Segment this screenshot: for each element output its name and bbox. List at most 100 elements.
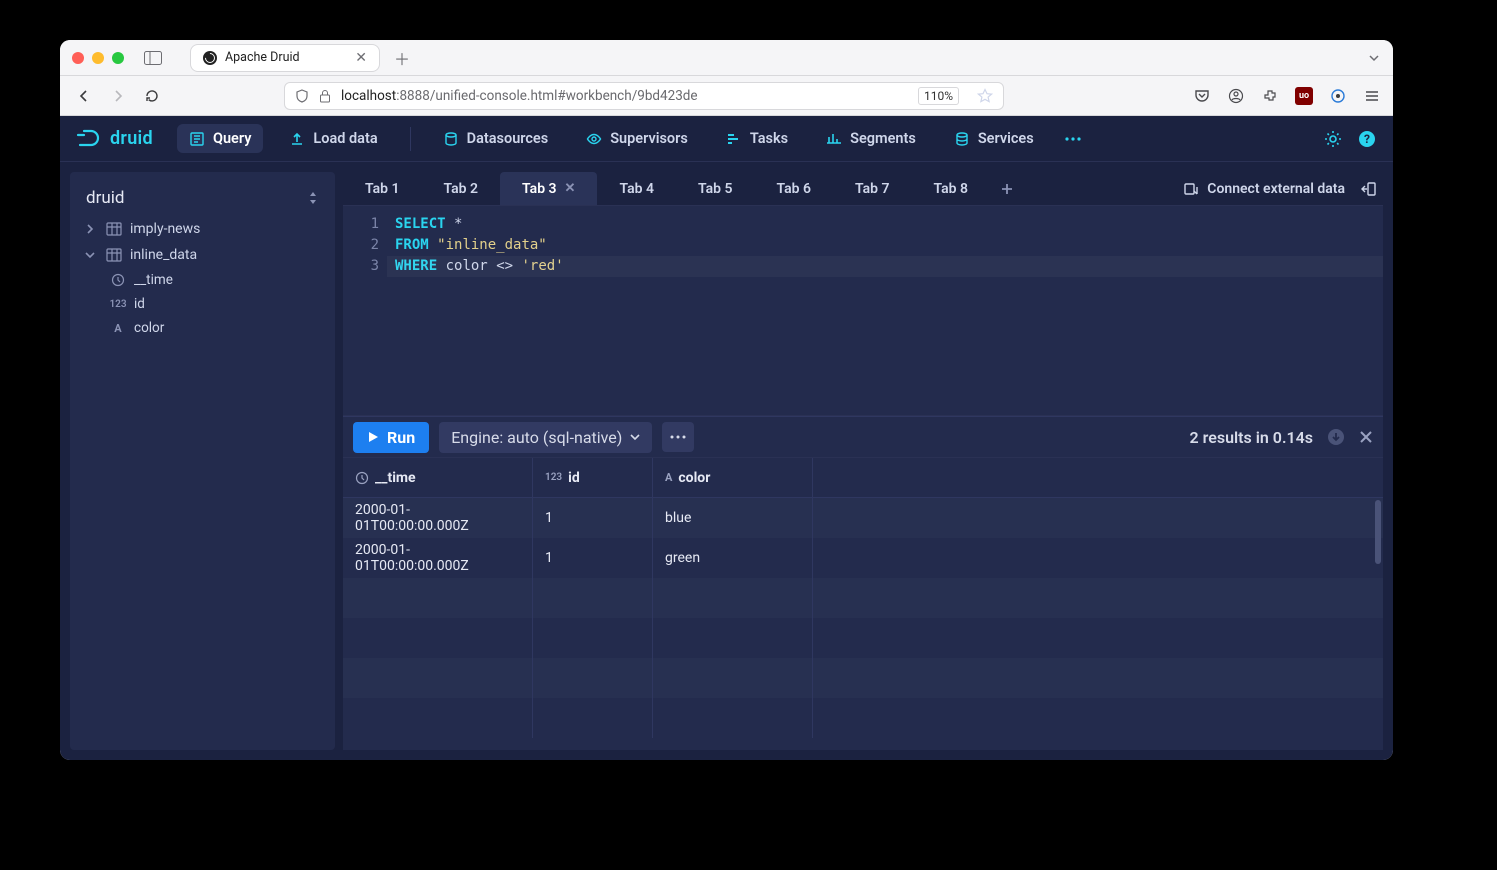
table-cell-empty: [533, 698, 653, 738]
token-str: "inline_data": [437, 237, 547, 253]
column-row[interactable]: 123id: [76, 292, 329, 316]
token-ident: *: [454, 216, 462, 232]
column-header[interactable]: 123 id: [533, 458, 653, 497]
nav-query-label: Query: [213, 130, 251, 147]
bookmark-star-icon[interactable]: [977, 88, 993, 104]
results-body[interactable]: 2000-01-01T00:00:00.000Z1blue2000-01-01T…: [343, 498, 1383, 750]
table-cell: blue: [653, 498, 813, 538]
nav-forward-button[interactable]: [106, 84, 130, 108]
table-row[interactable]: 2000-01-01T00:00:00.000Z1green: [343, 538, 1383, 578]
extensions-icon[interactable]: [1261, 87, 1279, 105]
chevron-down-icon[interactable]: [84, 249, 98, 261]
nav-load-data[interactable]: Load data: [277, 124, 389, 153]
toolbar-more-button[interactable]: [662, 422, 694, 452]
table-cell-empty: [653, 658, 813, 698]
close-results-button[interactable]: [1359, 430, 1373, 444]
column-type-icon: [355, 471, 369, 485]
url-text: localhost:8888/unified-console.html#work…: [341, 88, 698, 104]
add-tab-button[interactable]: [990, 172, 1024, 205]
nav-reload-button[interactable]: [140, 84, 164, 108]
nav-datasources-label: Datasources: [467, 130, 549, 147]
table-cell-filler: [813, 498, 1383, 538]
nav-segments[interactable]: Segments: [814, 124, 928, 153]
line-number: 2: [343, 235, 379, 256]
chevron-right-icon[interactable]: [84, 223, 98, 235]
table-row[interactable]: 2000-01-01T00:00:00.000Z1blue: [343, 498, 1383, 538]
url-host: localhost: [341, 88, 396, 104]
nav-supervisors[interactable]: Supervisors: [574, 124, 700, 153]
code-line: WHERE color <> 'red': [395, 256, 1383, 277]
workbench-tab[interactable]: Tab 2: [422, 172, 501, 205]
zoom-indicator[interactable]: 110%: [918, 87, 959, 105]
window-close-button[interactable]: [72, 52, 84, 64]
engine-label: Engine: auto (sql-native): [451, 428, 622, 447]
datasource-row[interactable]: imply-news: [76, 216, 329, 242]
table-cell-empty: [533, 618, 653, 658]
tab-close-icon[interactable]: ✕: [355, 50, 367, 66]
download-button[interactable]: [1327, 428, 1345, 446]
workbench-tab[interactable]: Tab 3✕: [500, 172, 597, 205]
workbench-tab[interactable]: Tab 4: [597, 172, 676, 205]
panel-collapse-icon[interactable]: [1359, 181, 1377, 197]
column-row[interactable]: Acolor: [76, 316, 329, 340]
connect-external-data-button[interactable]: Connect external data: [1183, 181, 1345, 197]
workbench-tab-label: Tab 1: [365, 181, 400, 197]
druid-logo[interactable]: druid: [76, 126, 153, 152]
nav-back-button[interactable]: [72, 84, 96, 108]
nav-more[interactable]: [1060, 125, 1086, 153]
table-cell: 1: [533, 538, 653, 578]
window-minimize-button[interactable]: [92, 52, 104, 64]
results-header: __time123 idA color: [343, 458, 1383, 498]
nav-services[interactable]: Services: [942, 124, 1046, 153]
account-icon[interactable]: [1227, 87, 1245, 105]
datasource-row[interactable]: inline_data: [76, 242, 329, 268]
urlbar[interactable]: localhost:8888/unified-console.html#work…: [284, 82, 1004, 110]
ellipsis-icon: [1064, 131, 1082, 147]
column-name: __time: [134, 272, 173, 288]
sort-icon[interactable]: [307, 190, 319, 206]
workbench-tab[interactable]: Tab 6: [754, 172, 833, 205]
ublock-icon[interactable]: [1295, 87, 1313, 105]
url-path: :8888/unified-console.html#workbench/9bd…: [396, 88, 697, 104]
workbench-tab[interactable]: Tab 1: [343, 172, 422, 205]
pocket-icon[interactable]: [1193, 87, 1211, 105]
extension-generic-icon[interactable]: [1329, 87, 1347, 105]
browser-tabstrip: Apache Druid ✕ ＋: [190, 40, 416, 75]
run-button[interactable]: Run: [353, 422, 429, 453]
editor-gutter: 123: [343, 206, 387, 415]
druid-app: druid Query Load data Datasources Superv…: [60, 116, 1393, 760]
column-header[interactable]: A color: [653, 458, 813, 497]
tab-close-icon[interactable]: ✕: [565, 181, 576, 196]
datasource-name: imply-news: [130, 221, 200, 237]
workbench-tab-label: Tab 7: [855, 181, 890, 197]
workbench-tab[interactable]: Tab 8: [912, 172, 991, 205]
editor-code[interactable]: SELECT *FROM "inline_data"WHERE color <>…: [387, 206, 1383, 415]
table-cell-empty: [343, 578, 533, 618]
browser-window: Apache Druid ✕ ＋ localh: [60, 40, 1393, 760]
segments-icon: [826, 131, 842, 147]
help-icon[interactable]: ?: [1357, 129, 1377, 149]
new-tab-button[interactable]: ＋: [388, 44, 416, 72]
workbench-tab[interactable]: Tab 5: [676, 172, 755, 205]
scrollbar-thumb[interactable]: [1375, 500, 1381, 564]
column-header[interactable]: __time: [343, 458, 533, 497]
sql-editor[interactable]: 123 SELECT *FROM "inline_data"WHERE colo…: [343, 206, 1383, 416]
nav-tasks[interactable]: Tasks: [714, 124, 800, 153]
code-line: FROM "inline_data": [395, 235, 1383, 256]
nav-datasources[interactable]: Datasources: [431, 124, 561, 153]
hamburger-menu-icon[interactable]: [1363, 87, 1381, 105]
nav-query[interactable]: Query: [177, 124, 263, 153]
table-cell: 2000-01-01T00:00:00.000Z: [343, 538, 533, 578]
sidebar-toggle-icon[interactable]: [144, 51, 162, 65]
token-str: 'red': [521, 258, 563, 274]
gear-icon[interactable]: [1323, 129, 1343, 149]
browser-tab-active[interactable]: Apache Druid ✕: [190, 44, 380, 72]
lock-icon: [319, 89, 331, 103]
column-type-icon: A: [110, 322, 126, 335]
workbench-tab[interactable]: Tab 7: [833, 172, 912, 205]
tabs-dropdown-icon[interactable]: [1367, 51, 1381, 65]
column-row[interactable]: __time: [76, 268, 329, 292]
engine-selector[interactable]: Engine: auto (sql-native): [439, 422, 652, 453]
schema-panel: druid imply-newsinline_data__time123idAc…: [70, 172, 335, 750]
window-zoom-button[interactable]: [112, 52, 124, 64]
